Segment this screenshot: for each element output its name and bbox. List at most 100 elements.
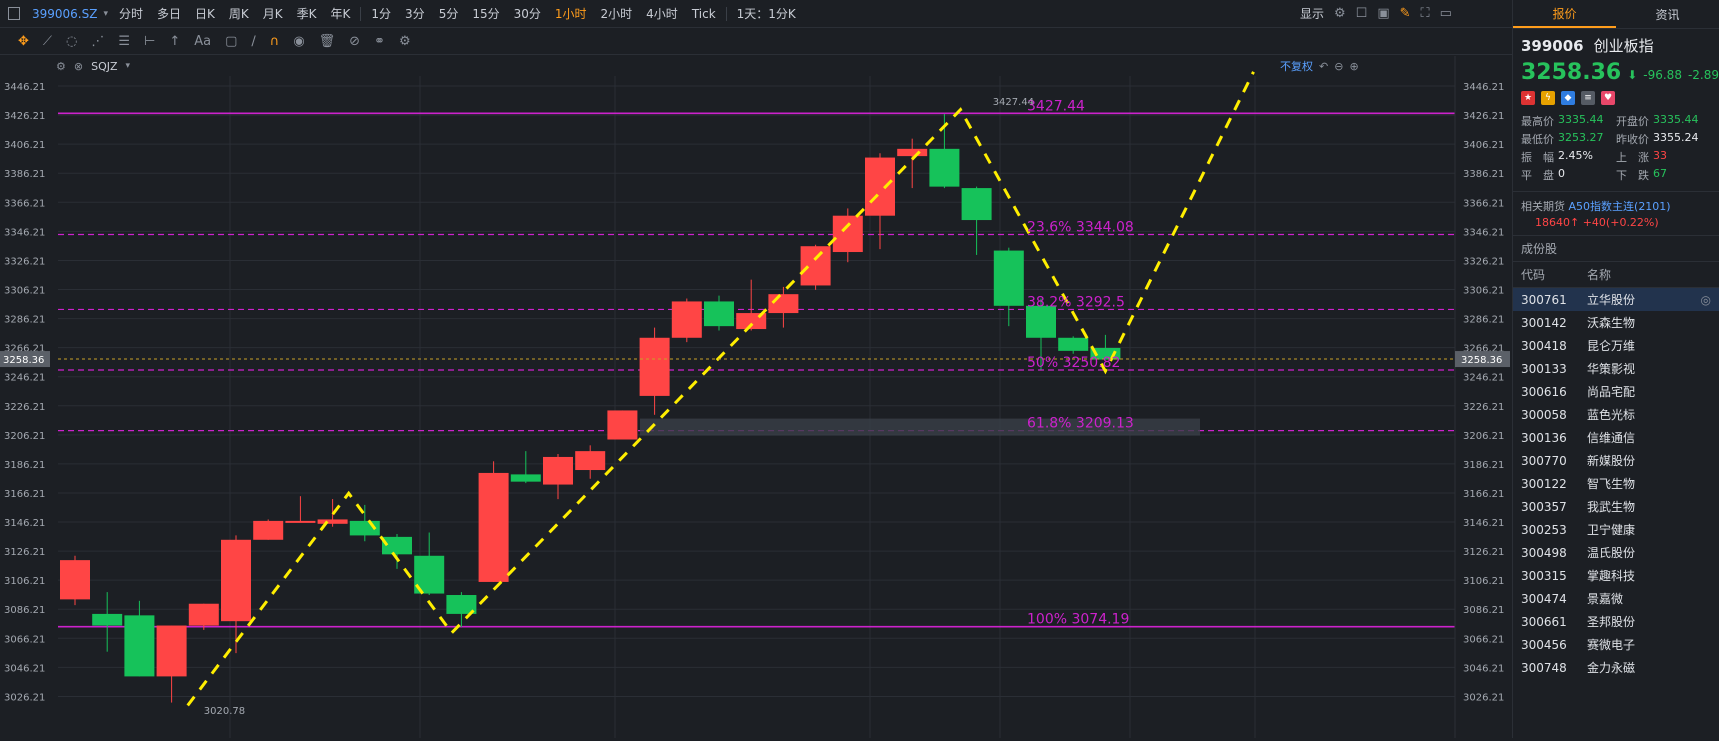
col-name[interactable]: 名称	[1587, 266, 1711, 283]
timeframe-tab[interactable]: 日K	[195, 5, 215, 22]
ruler-icon[interactable]: ∕	[251, 34, 255, 49]
display-menu[interactable]: 显示	[1300, 5, 1324, 22]
table-row[interactable]: 300456 赛微电子	[1513, 633, 1719, 656]
tag-icon[interactable]: ◆	[1561, 91, 1575, 105]
table-row[interactable]: 300474 景嘉微	[1513, 587, 1719, 610]
chevron-down-icon[interactable]: ▾	[103, 9, 108, 19]
plus-icon[interactable]: ⊕	[1349, 60, 1358, 73]
table-row[interactable]: 300357 我武生物	[1513, 495, 1719, 518]
candle-body	[607, 410, 638, 440]
settings-icon[interactable]: ⚙	[1334, 6, 1346, 21]
candle-body	[92, 613, 123, 626]
quote-stat: 开盘价 3335.44	[1616, 113, 1711, 129]
timeframe-tab[interactable]: 多日	[157, 5, 181, 22]
price-tick-label-left: 3366.21	[4, 198, 45, 209]
link-icon[interactable]: ⚭	[374, 34, 385, 49]
symbol-selector[interactable]: 399006.SZ	[32, 7, 97, 21]
adjust-button[interactable]: 不复权	[1280, 58, 1313, 74]
lightning-icon[interactable]: ϟ	[1541, 91, 1555, 105]
table-row[interactable]: 300142 沃森生物	[1513, 311, 1719, 334]
tab-quote[interactable]: 报价	[1513, 0, 1616, 28]
camera-icon[interactable]: ▣	[1377, 6, 1389, 21]
timeframe-tab[interactable]: 15分	[472, 5, 499, 22]
table-row[interactable]: 300770 新媒股份	[1513, 449, 1719, 472]
table-row[interactable]: 300418 昆仑万维	[1513, 334, 1719, 357]
timeframe-tab[interactable]: 2小时	[601, 5, 633, 22]
table-row[interactable]: 300058 蓝色光标	[1513, 403, 1719, 426]
timeframe-tab[interactable]: 4小时	[646, 5, 678, 22]
drawing-toolbar: ✥ ⟋ ◌ ⋰ ☰ ⊢ ↑ Aa ▢ ∕ ∩ ◉ 🗑 ⊘ ⚭ ⚙	[0, 28, 1512, 55]
candle-body	[671, 301, 702, 338]
magnet-icon[interactable]: ∩	[270, 34, 280, 49]
candle-body	[768, 294, 799, 314]
crosshair-icon[interactable]: ✥	[18, 34, 29, 49]
table-row[interactable]: 300498 温氏股份	[1513, 541, 1719, 564]
timeframe-tab[interactable]: 1天：1分K	[737, 5, 796, 22]
timeframe-tab[interactable]: 1分	[371, 5, 391, 22]
flag-icon[interactable]: ★	[1521, 91, 1535, 105]
eye-icon[interactable]: ◎	[1701, 293, 1711, 307]
gear-icon[interactable]: ⚙	[399, 34, 411, 49]
table-row[interactable]: 300122 智飞生物	[1513, 472, 1719, 495]
quote-stat: 昨收价 3355.24	[1616, 131, 1711, 147]
timeframe-tab[interactable]: 30分	[514, 5, 541, 22]
futures-link[interactable]: A50指数主连(2101)	[1569, 200, 1671, 213]
fib-levels	[58, 112, 1455, 628]
text-tool-icon[interactable]: Aa	[194, 34, 211, 49]
close-icon[interactable]: ⊗	[74, 60, 83, 73]
timeframe-tab[interactable]: 5分	[439, 5, 459, 22]
price-tick-label-left: 3146.21	[4, 518, 45, 529]
chevron-down-icon[interactable]: ▾	[126, 61, 131, 71]
timeframe-tab[interactable]: 年K	[331, 5, 351, 22]
fullscreen-icon[interactable]: ⛶	[1421, 6, 1430, 21]
settings-icon[interactable]: ⚙	[56, 60, 66, 73]
timeframe-tab[interactable]: 分时	[119, 5, 143, 22]
table-row[interactable]: 300761 立华股份 ◎	[1513, 288, 1719, 311]
layout-icon[interactable]	[8, 7, 20, 20]
table-row[interactable]: 300253 卫宁健康	[1513, 518, 1719, 541]
table-row[interactable]: 300136 信维通信	[1513, 426, 1719, 449]
table-row[interactable]: 300661 圣邦股份	[1513, 610, 1719, 633]
table-row[interactable]: 300315 掌趣科技	[1513, 564, 1719, 587]
stat-label: 最高价	[1521, 115, 1554, 128]
timeframe-tab[interactable]: Tick	[692, 7, 716, 21]
fib-tool-icon[interactable]: ☰	[118, 34, 130, 49]
note-icon[interactable]: ≡	[1581, 91, 1595, 105]
table-row[interactable]: 300616 尚品宅配	[1513, 380, 1719, 403]
lock-icon[interactable]: ⊘	[349, 34, 360, 49]
price-chart[interactable]: 3446.21 3446.21 3426.21 3426.21 3406.21 3406.…	[0, 56, 1512, 738]
trash-icon[interactable]: 🗑	[319, 34, 336, 49]
timeframe-tab[interactable]: 月K	[263, 5, 283, 22]
checkbox-icon[interactable]: ☐	[1356, 6, 1368, 21]
timeframe-tab[interactable]: 3分	[405, 5, 425, 22]
table-row[interactable]: 300133 华策影视	[1513, 357, 1719, 380]
candle-body	[285, 520, 316, 523]
curve-tool-icon[interactable]: ◌	[66, 34, 77, 49]
arrow-tool-icon[interactable]: ↑	[169, 34, 180, 49]
col-code[interactable]: 代码	[1521, 266, 1587, 283]
fib-label: 23.6% 3344.08	[1027, 219, 1134, 235]
sidebar-toggle-icon[interactable]: ▭	[1440, 6, 1452, 21]
undo-icon[interactable]: ↶	[1319, 60, 1328, 73]
heart-icon[interactable]: ♥	[1601, 91, 1615, 105]
table-row[interactable]: 300748 金力永磁	[1513, 656, 1719, 679]
measure-tool-icon[interactable]: ⊢	[144, 34, 155, 49]
price-tick-label: 3326.21	[1463, 256, 1504, 267]
price-tick-label-left: 3126.21	[4, 547, 45, 558]
pen-icon[interactable]: ✎	[1400, 6, 1411, 21]
tab-news[interactable]: 资讯	[1616, 0, 1719, 28]
timeframe-tab[interactable]: 周K	[229, 5, 249, 22]
minus-icon[interactable]: ⊖	[1334, 60, 1343, 73]
timeframe-tab[interactable]: 1小时	[555, 5, 587, 22]
comment-tool-icon[interactable]: ▢	[225, 34, 237, 49]
candlestick-chart[interactable]: 3446.21 3446.21 3426.21 3426.21 3406.21 3406.…	[0, 56, 1512, 738]
row-name: 掌趣科技	[1587, 569, 1636, 583]
price-tick-label-left: 3286.21	[4, 315, 45, 326]
wave-tool-icon[interactable]: ⋰	[91, 34, 104, 49]
indicator-name[interactable]: SQJZ	[91, 60, 117, 73]
line-tool-icon[interactable]: ⟋	[43, 34, 52, 49]
timeframe-tab[interactable]: 季K	[297, 5, 317, 22]
row-code: 300748	[1521, 660, 1567, 675]
eye-icon[interactable]: ◉	[293, 34, 304, 49]
price-tick-label: 3026.21	[1463, 692, 1504, 703]
